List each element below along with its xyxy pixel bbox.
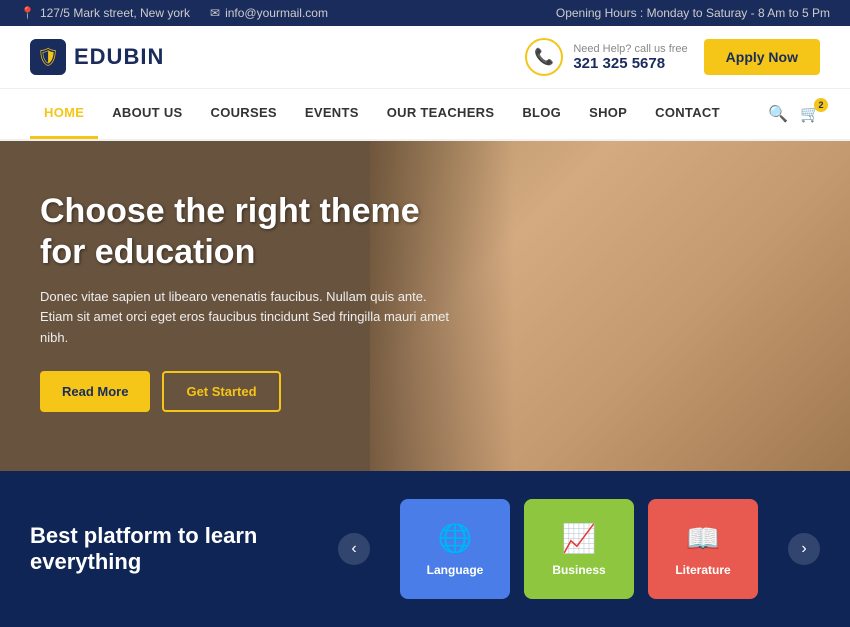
business-icon: 📈 [562,522,597,555]
carousel-prev-button[interactable]: ‹ [338,533,370,565]
address-item: 📍 127/5 Mark street, New york [20,6,190,20]
header-right: 📞 Need Help? call us free 321 325 5678 A… [525,38,820,76]
nav-item-teachers[interactable]: OUR TEACHERS [373,89,509,139]
read-more-button[interactable]: Read More [40,371,150,412]
hero-content: Choose the right theme for education Don… [0,141,500,462]
nav-links: HOME ABOUT US COURSES EVENTS OUR TEACHER… [30,89,734,139]
language-label: Language [427,563,484,577]
hero-section: Choose the right theme for education Don… [0,141,850,471]
category-card-language[interactable]: 🌐 Language [400,499,510,599]
phone-icon: 📞 [525,38,563,76]
hours-text: Opening Hours : Monday to Saturay - 8 Am… [556,6,830,20]
language-icon: 🌐 [438,522,473,555]
address-text: 127/5 Mark street, New york [40,6,190,20]
cart-badge: 2 [814,98,828,112]
top-bar-left: 📍 127/5 Mark street, New york ✉ info@you… [20,6,328,20]
business-label: Business [552,563,605,577]
category-cards: 🌐 Language 📈 Business 📖 Literature [400,499,758,599]
email-icon: ✉ [210,6,220,20]
phone-section: 📞 Need Help? call us free 321 325 5678 [525,38,687,76]
search-icon[interactable]: 🔍 [768,104,788,124]
get-started-button[interactable]: Get Started [162,371,280,412]
email-item: ✉ info@yourmail.com [210,6,328,20]
logo-text: EDUBIN [74,44,164,70]
carousel-next-button[interactable]: › [788,533,820,565]
phone-info: Need Help? call us free 321 325 5678 [573,43,687,72]
literature-icon: 📖 [686,522,721,555]
top-bar: 📍 127/5 Mark street, New york ✉ info@you… [0,0,850,26]
nav-item-home[interactable]: HOME [30,89,98,139]
nav-item-about[interactable]: ABOUT US [98,89,196,139]
bottom-tagline: Best platform to learn everything [30,523,308,576]
main-nav: HOME ABOUT US COURSES EVENTS OUR TEACHER… [0,89,850,141]
category-card-business[interactable]: 📈 Business [524,499,634,599]
nav-item-contact[interactable]: CONTACT [641,89,734,139]
apply-now-button[interactable]: Apply Now [704,39,820,75]
nav-item-courses[interactable]: COURSES [197,89,291,139]
header: 🛡 EDUBIN 📞 Need Help? call us free 321 3… [0,26,850,89]
email-text: info@yourmail.com [225,6,328,20]
category-card-literature[interactable]: 📖 Literature [648,499,758,599]
hero-buttons: Read More Get Started [40,371,460,412]
logo[interactable]: 🛡 EDUBIN [30,39,164,75]
nav-item-events[interactable]: EVENTS [291,89,373,139]
need-help-text: Need Help? call us free [573,43,687,55]
hero-description: Donec vitae sapien ut libearo venenatis … [40,287,460,349]
cart-icon[interactable]: 🛒 2 [800,104,820,124]
location-icon: 📍 [20,6,35,20]
nav-item-blog[interactable]: BLOG [508,89,575,139]
hero-title: Choose the right theme for education [40,191,460,273]
literature-label: Literature [675,563,730,577]
bottom-section: Best platform to learn everything ‹ 🌐 La… [0,471,850,627]
nav-icons: 🔍 🛒 2 [768,104,820,124]
phone-number: 321 325 5678 [573,55,687,72]
nav-item-shop[interactable]: SHOP [575,89,641,139]
logo-icon: 🛡 [30,39,66,75]
